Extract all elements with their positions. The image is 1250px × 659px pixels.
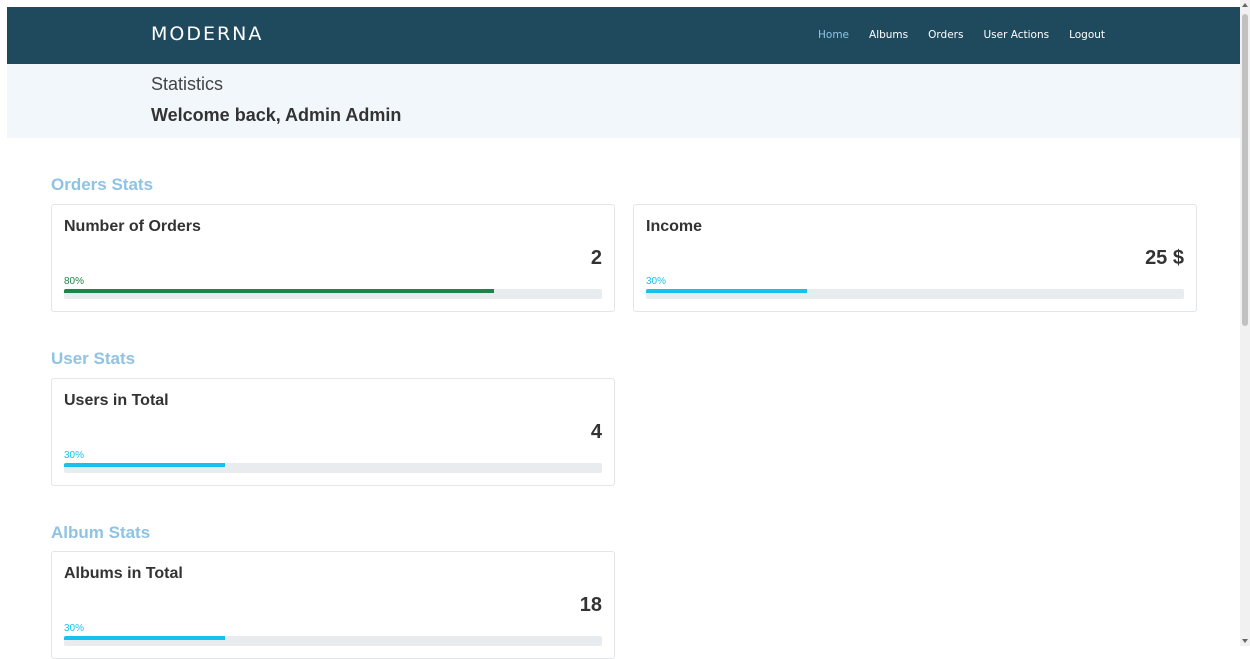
progress-bar bbox=[64, 636, 602, 646]
card-title: Income bbox=[646, 218, 703, 235]
income-card: Income 25 $ 30% bbox=[633, 204, 1197, 312]
nav-user-actions[interactable]: User Actions bbox=[983, 29, 1049, 41]
progress-fill bbox=[64, 463, 226, 467]
top-navbar: MODERNA Home Albums Orders User Actions … bbox=[7, 7, 1240, 64]
main-nav: Home Albums Orders User Actions Logout bbox=[818, 29, 1125, 41]
user-stats-heading: User Stats bbox=[51, 349, 136, 368]
orders-stats-heading: Orders Stats bbox=[51, 175, 154, 194]
scroll-down-icon[interactable] bbox=[1242, 639, 1248, 643]
card-title: Number of Orders bbox=[64, 218, 201, 235]
users-in-total-card: Users in Total 4 30% bbox=[51, 378, 615, 486]
card-title: Users in Total bbox=[64, 392, 169, 409]
progress-fill bbox=[64, 636, 226, 640]
scrollbar-thumb[interactable] bbox=[1242, 14, 1248, 326]
nav-home[interactable]: Home bbox=[818, 29, 849, 41]
nav-albums[interactable]: Albums bbox=[869, 29, 908, 41]
progress-label: 30% bbox=[646, 276, 667, 287]
card-value: 4 bbox=[590, 421, 602, 443]
brand-logo[interactable]: MODERNA bbox=[151, 23, 263, 45]
progress-fill bbox=[64, 289, 495, 293]
progress-bar bbox=[64, 289, 602, 299]
progress-bar bbox=[64, 463, 602, 473]
progress-bar bbox=[646, 289, 1184, 299]
progress-fill bbox=[646, 289, 808, 293]
card-value: 2 bbox=[590, 247, 602, 269]
number-of-orders-card: Number of Orders 2 80% bbox=[51, 204, 615, 312]
card-value: 25 $ bbox=[1145, 247, 1184, 269]
scroll-up-icon[interactable] bbox=[1242, 3, 1248, 7]
vertical-scrollbar[interactable] bbox=[1240, 0, 1250, 646]
progress-label: 80% bbox=[64, 276, 85, 287]
progress-label: 30% bbox=[64, 623, 85, 634]
page-header: Statistics Welcome back, Admin Admin bbox=[7, 64, 1240, 138]
albums-in-total-card: Albums in Total 18 30% bbox=[51, 551, 615, 659]
nav-orders[interactable]: Orders bbox=[928, 29, 963, 41]
progress-label: 30% bbox=[64, 450, 85, 461]
album-stats-heading: Album Stats bbox=[51, 523, 151, 542]
card-title: Albums in Total bbox=[64, 565, 183, 582]
welcome-message: Welcome back, Admin Admin bbox=[151, 105, 402, 125]
page-title: Statistics bbox=[151, 74, 224, 94]
nav-logout[interactable]: Logout bbox=[1069, 29, 1105, 41]
card-value: 18 bbox=[579, 594, 602, 616]
